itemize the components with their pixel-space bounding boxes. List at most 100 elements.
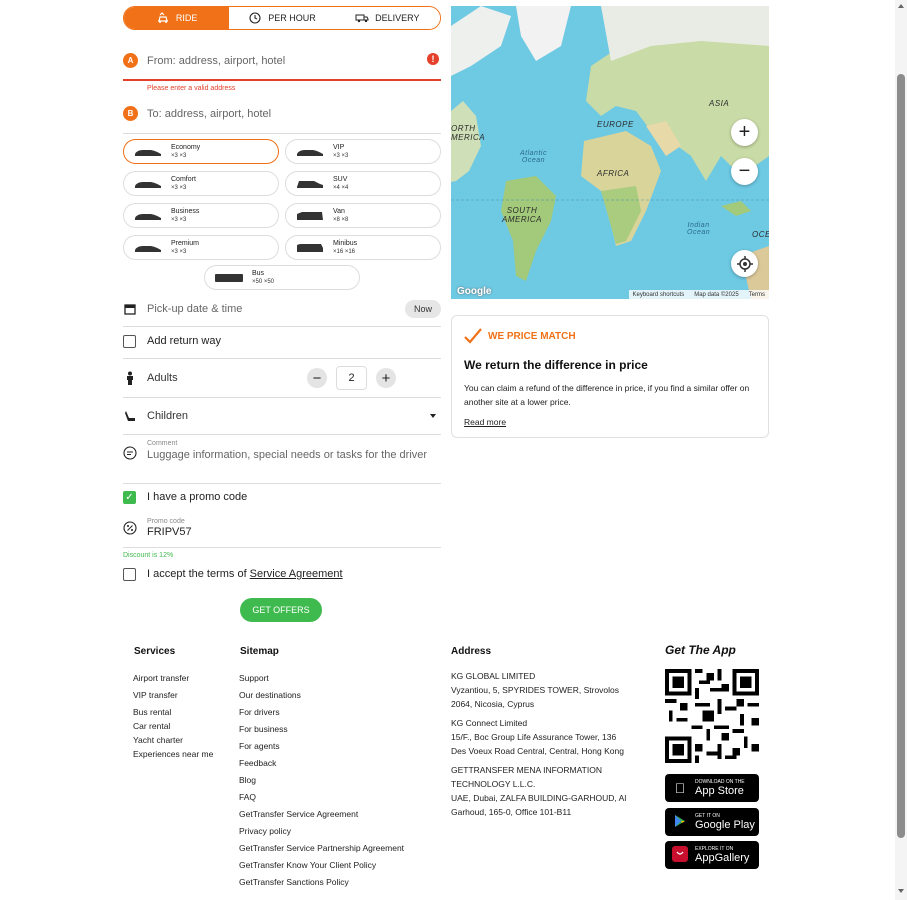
app-store-badge[interactable]:  Download on theApp Store [665, 774, 759, 802]
car-option-minibus[interactable]: Minibus ×16 ×16 [285, 235, 441, 260]
scrollbar-thumb[interactable] [897, 74, 905, 838]
now-button[interactable]: Now [404, 300, 441, 318]
sedan-car-icon [135, 213, 161, 220]
scroll-up-arrow-icon[interactable] [898, 4, 904, 8]
footer-link[interactable]: Support [239, 670, 404, 687]
adults-stepper: − 2 + [307, 366, 396, 390]
person-icon [123, 371, 137, 385]
divider [123, 434, 441, 435]
sedan-car-icon [297, 149, 323, 156]
scroll-down-arrow-icon[interactable] [898, 889, 904, 893]
read-more-link[interactable]: Read more [464, 417, 756, 427]
booking-form: RIDE PER HOUR DELIVERY A From: address, … [123, 6, 441, 622]
car-name: Premium [171, 239, 200, 247]
google-logo: Google [457, 286, 492, 297]
address-line: Garhoud, 165-0, Office 101-B11 [451, 807, 572, 817]
appgallery-badge[interactable]: EXPLORE IT ON AppGallery [665, 841, 759, 869]
tab-ride[interactable]: RIDE [124, 7, 230, 29]
terms-checkbox[interactable] [123, 567, 136, 581]
car-capacity: ×3 ×3 [171, 152, 187, 159]
footer-link[interactable]: GetTransfer Service Agreement [239, 806, 404, 823]
get-the-app-title: Get The App [665, 643, 736, 657]
my-location-button[interactable] [731, 250, 758, 277]
google-play-badge[interactable]: GET IT ON Google Play [665, 808, 759, 836]
to-address-input[interactable]: To: address, airport, hotel [147, 108, 271, 120]
qr-code[interactable] [665, 669, 759, 763]
comment-field[interactable]: Comment Luggage information, special nee… [123, 440, 441, 470]
comment-icon [123, 446, 137, 460]
chevron-down-icon [430, 414, 436, 418]
map-data-text: Map data ©2025 [694, 291, 739, 298]
map-label-europe: EUROPE [597, 120, 634, 129]
car-option-suv[interactable]: SUV ×4 ×4 [285, 171, 441, 196]
promo-code-checkbox[interactable]: ✓ [123, 490, 136, 504]
tab-delivery[interactable]: DELIVERY [334, 7, 440, 29]
increase-adults-button[interactable]: + [376, 368, 396, 388]
service-agreement-link[interactable]: Service Agreement [250, 568, 343, 580]
footer-link[interactable]: Blog [239, 772, 404, 789]
car-name: VIP [333, 143, 345, 151]
price-match-heading-row: WE PRICE MATCH [464, 328, 756, 344]
keyboard-shortcuts-link[interactable]: Keyboard shortcuts [633, 292, 685, 298]
address-line: KG Connect Limited [451, 718, 528, 728]
car-name: Comfort [171, 175, 196, 183]
tab-ride-label: RIDE [175, 13, 198, 23]
car-option-van[interactable]: Van ×8 ×8 [285, 203, 441, 228]
footer-link[interactable]: Experiences near me [133, 746, 213, 763]
marker-b-icon: B [123, 106, 138, 121]
suv-car-icon [297, 180, 323, 188]
children-dropdown[interactable]: Children [123, 402, 441, 430]
footer-link[interactable]: GetTransfer Service Partnership Agreemen… [239, 840, 404, 857]
car-capacity: ×16 ×16 [333, 248, 356, 255]
car-option-premium[interactable]: Premium ×3 ×3 [123, 235, 279, 260]
footer-link[interactable]: For business [239, 721, 404, 738]
footer-link[interactable]: GetTransfer Sanctions Policy [239, 874, 404, 891]
percent-icon [123, 521, 137, 535]
car-option-bus[interactable]: Bus ×50 ×50 [204, 265, 360, 290]
pickup-datetime-field[interactable]: Pick-up date & time Now [123, 300, 441, 318]
adults-count-input[interactable]: 2 [336, 366, 367, 390]
promo-code-input[interactable]: FRIPV57 [147, 526, 192, 538]
car-option-vip[interactable]: VIP ×3 ×3 [285, 139, 441, 164]
from-address-input[interactable]: From: address, airport, hotel [147, 55, 285, 67]
footer-link[interactable]: Feedback [239, 755, 404, 772]
price-match-heading: WE PRICE MATCH [488, 330, 576, 342]
car-option-comfort[interactable]: Comfort ×3 ×3 [123, 171, 279, 196]
tab-delivery-label: DELIVERY [375, 13, 420, 23]
map-label-asia: ASIA [709, 99, 730, 108]
clock-icon [249, 12, 261, 24]
car-name: SUV [333, 175, 348, 183]
zoom-in-button[interactable]: + [731, 119, 758, 146]
return-way-checkbox[interactable] [123, 334, 136, 348]
car-option-economy[interactable]: Economy ×3 ×3 [123, 139, 279, 164]
map[interactable]: ASIA EUROPE ORTH MERICA AFRICA SOUTH AME… [451, 6, 769, 299]
from-address-field[interactable]: A From: address, airport, hotel ! Please… [123, 50, 441, 102]
store-big-text: App Store [695, 785, 744, 797]
footer-link[interactable]: Airport transfer [133, 670, 213, 687]
comment-input[interactable]: Luggage information, special needs or ta… [147, 449, 427, 461]
car-option-business[interactable]: Business ×3 ×3 [123, 203, 279, 228]
adults-row: Adults − 2 + [123, 362, 441, 394]
footer-link[interactable]: For agents [239, 738, 404, 755]
footer-link[interactable]: Our destinations [239, 687, 404, 704]
footer-link[interactable]: VIP transfer [133, 687, 213, 704]
footer-link[interactable]: GetTransfer Know Your Client Policy [239, 857, 404, 874]
get-offers-button[interactable]: GET OFFERS [240, 598, 322, 622]
footer-link[interactable]: For drivers [239, 704, 404, 721]
tab-per-hour[interactable]: PER HOUR [229, 7, 335, 29]
pickup-datetime-input[interactable]: Pick-up date & time [147, 303, 242, 315]
divider [123, 547, 441, 548]
decrease-adults-button[interactable]: − [307, 368, 327, 388]
huawei-appgallery-icon [671, 845, 689, 865]
zoom-out-button[interactable]: − [731, 158, 758, 185]
promo-code-row[interactable]: ✓ I have a promo code [123, 490, 441, 504]
footer-link[interactable]: FAQ [239, 789, 404, 806]
address-block-hong-kong: KG Connect Limited 15/F., Boc Group Life… [451, 716, 651, 758]
address-block-uae: GETTRANSFER MENA INFORMATION TECHNOLOGY … [451, 763, 651, 819]
services-list: Airport transfer VIP transfer Bus rental… [133, 670, 213, 763]
map-terms-link[interactable]: Terms [749, 292, 765, 298]
return-way-row[interactable]: Add return way [123, 334, 441, 348]
delivery-truck-icon [355, 14, 369, 23]
promo-code-field[interactable]: Promo code FRIPV57 [123, 515, 441, 541]
footer-link[interactable]: Privacy policy [239, 823, 404, 840]
